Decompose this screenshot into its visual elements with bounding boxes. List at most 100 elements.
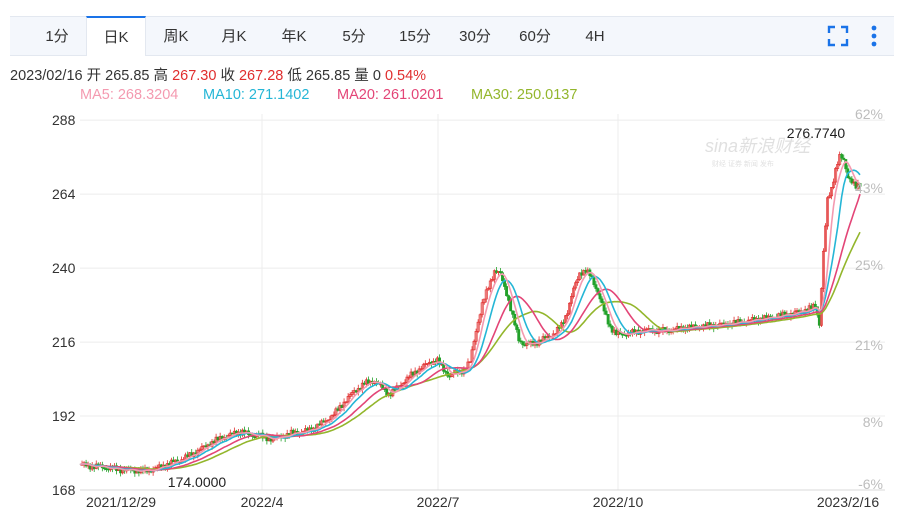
candle-body — [289, 429, 293, 436]
candle-body — [594, 284, 598, 289]
candle-body — [180, 459, 184, 462]
candle-body — [568, 302, 571, 315]
ma5-label: MA5: 268.3204 — [80, 87, 179, 103]
candle-body — [417, 368, 421, 375]
candle-body — [109, 466, 112, 471]
x-tick-label: 2021/12/29 — [86, 494, 156, 510]
candle-body — [366, 379, 370, 384]
candle-body — [377, 382, 381, 385]
candle-body — [590, 275, 594, 278]
tab-60min[interactable]: 60分 — [508, 17, 562, 55]
max-price-label: 276.7740 — [787, 125, 846, 141]
candle-body — [263, 435, 267, 439]
candle-body — [188, 452, 192, 457]
candle-body — [171, 459, 175, 463]
candle-body — [687, 324, 691, 331]
candle-body — [423, 363, 427, 366]
candle-body — [604, 310, 608, 315]
candle-body — [381, 383, 385, 390]
candle-body — [635, 329, 639, 334]
candle-body — [129, 468, 133, 471]
candle-body — [616, 331, 620, 336]
candle-body — [326, 420, 330, 422]
more-menu-button[interactable] — [860, 17, 888, 55]
tab-5min[interactable]: 5分 — [328, 17, 380, 55]
candle-body — [257, 433, 261, 436]
candle-body — [523, 344, 527, 347]
tab-month-k[interactable]: 月K — [208, 17, 260, 55]
candle-body — [344, 401, 348, 404]
watermark-logo: sina新浪财经 — [705, 136, 812, 156]
tab-week-k[interactable]: 周K — [150, 17, 202, 55]
candle-body — [655, 330, 659, 334]
candle-body — [208, 444, 212, 447]
ma-lines — [79, 160, 861, 472]
tab-15min[interactable]: 15分 — [388, 17, 442, 55]
candle-body — [486, 288, 490, 291]
candle-body — [675, 325, 679, 330]
candle-body — [452, 372, 456, 375]
candle-body — [192, 452, 196, 458]
candle-body — [322, 420, 326, 423]
x-tick-label: 2022/10 — [593, 494, 644, 510]
candle-body — [720, 322, 724, 325]
candle-body — [419, 368, 423, 371]
candle-body — [574, 282, 578, 289]
candle-body — [783, 311, 787, 317]
tab-30min[interactable]: 30分 — [448, 17, 502, 55]
candle-body — [125, 467, 129, 472]
candle-body — [844, 159, 848, 170]
candle-body — [681, 326, 685, 332]
tab-4h[interactable]: 4H — [570, 17, 620, 55]
candle-body — [413, 370, 417, 376]
candle-body — [318, 423, 322, 426]
watermark-sub: 财经 证券 新闻 发布 — [712, 159, 774, 168]
candle-body — [598, 293, 602, 300]
min-price-label: 174.0000 — [168, 474, 227, 490]
candle-body — [234, 430, 238, 436]
candle-body — [206, 444, 210, 447]
candle-body — [507, 295, 511, 301]
candle-body — [856, 183, 860, 189]
candle-body — [557, 326, 561, 329]
candle-body — [517, 329, 521, 342]
candle-body — [476, 321, 480, 332]
ma5-line — [79, 160, 861, 472]
candle-body — [178, 461, 181, 463]
candle-body — [96, 463, 100, 467]
candle-body — [151, 469, 155, 473]
candle-body — [397, 385, 401, 388]
candle-body — [511, 310, 515, 315]
info-high: 267.30 — [172, 68, 217, 84]
period-tabbar: 1分 日K 周K 月K 年K 5分 15分 30分 60分 4H — [10, 16, 894, 56]
candle-body — [194, 452, 198, 456]
candle-body — [293, 430, 297, 434]
candle-body — [281, 435, 285, 439]
candle-body — [584, 270, 588, 273]
candle-body — [610, 325, 614, 333]
candle-body — [94, 463, 98, 469]
candle-body — [740, 321, 744, 324]
candle-body — [214, 436, 218, 444]
candle-body — [336, 408, 340, 411]
candle-body — [714, 324, 718, 329]
candle-body — [813, 303, 817, 308]
candle-body — [696, 326, 699, 329]
candle-body — [149, 469, 153, 473]
candle-body — [427, 361, 431, 364]
ma20-line — [79, 193, 861, 471]
candle-body — [669, 330, 673, 333]
candle-body — [561, 322, 565, 325]
candle-body — [777, 313, 781, 319]
tab-1min[interactable]: 1分 — [32, 17, 82, 55]
candle-body — [456, 369, 460, 374]
fullscreen-button[interactable] — [820, 17, 856, 55]
candle-body — [515, 324, 519, 330]
tab-day-k[interactable]: 日K — [86, 16, 146, 56]
candle-body — [700, 327, 704, 330]
candle-body — [190, 452, 194, 458]
tab-year-k[interactable]: 年K — [268, 17, 320, 55]
candle-body — [90, 465, 94, 470]
candle-body — [438, 357, 441, 365]
candle-body — [805, 309, 809, 312]
